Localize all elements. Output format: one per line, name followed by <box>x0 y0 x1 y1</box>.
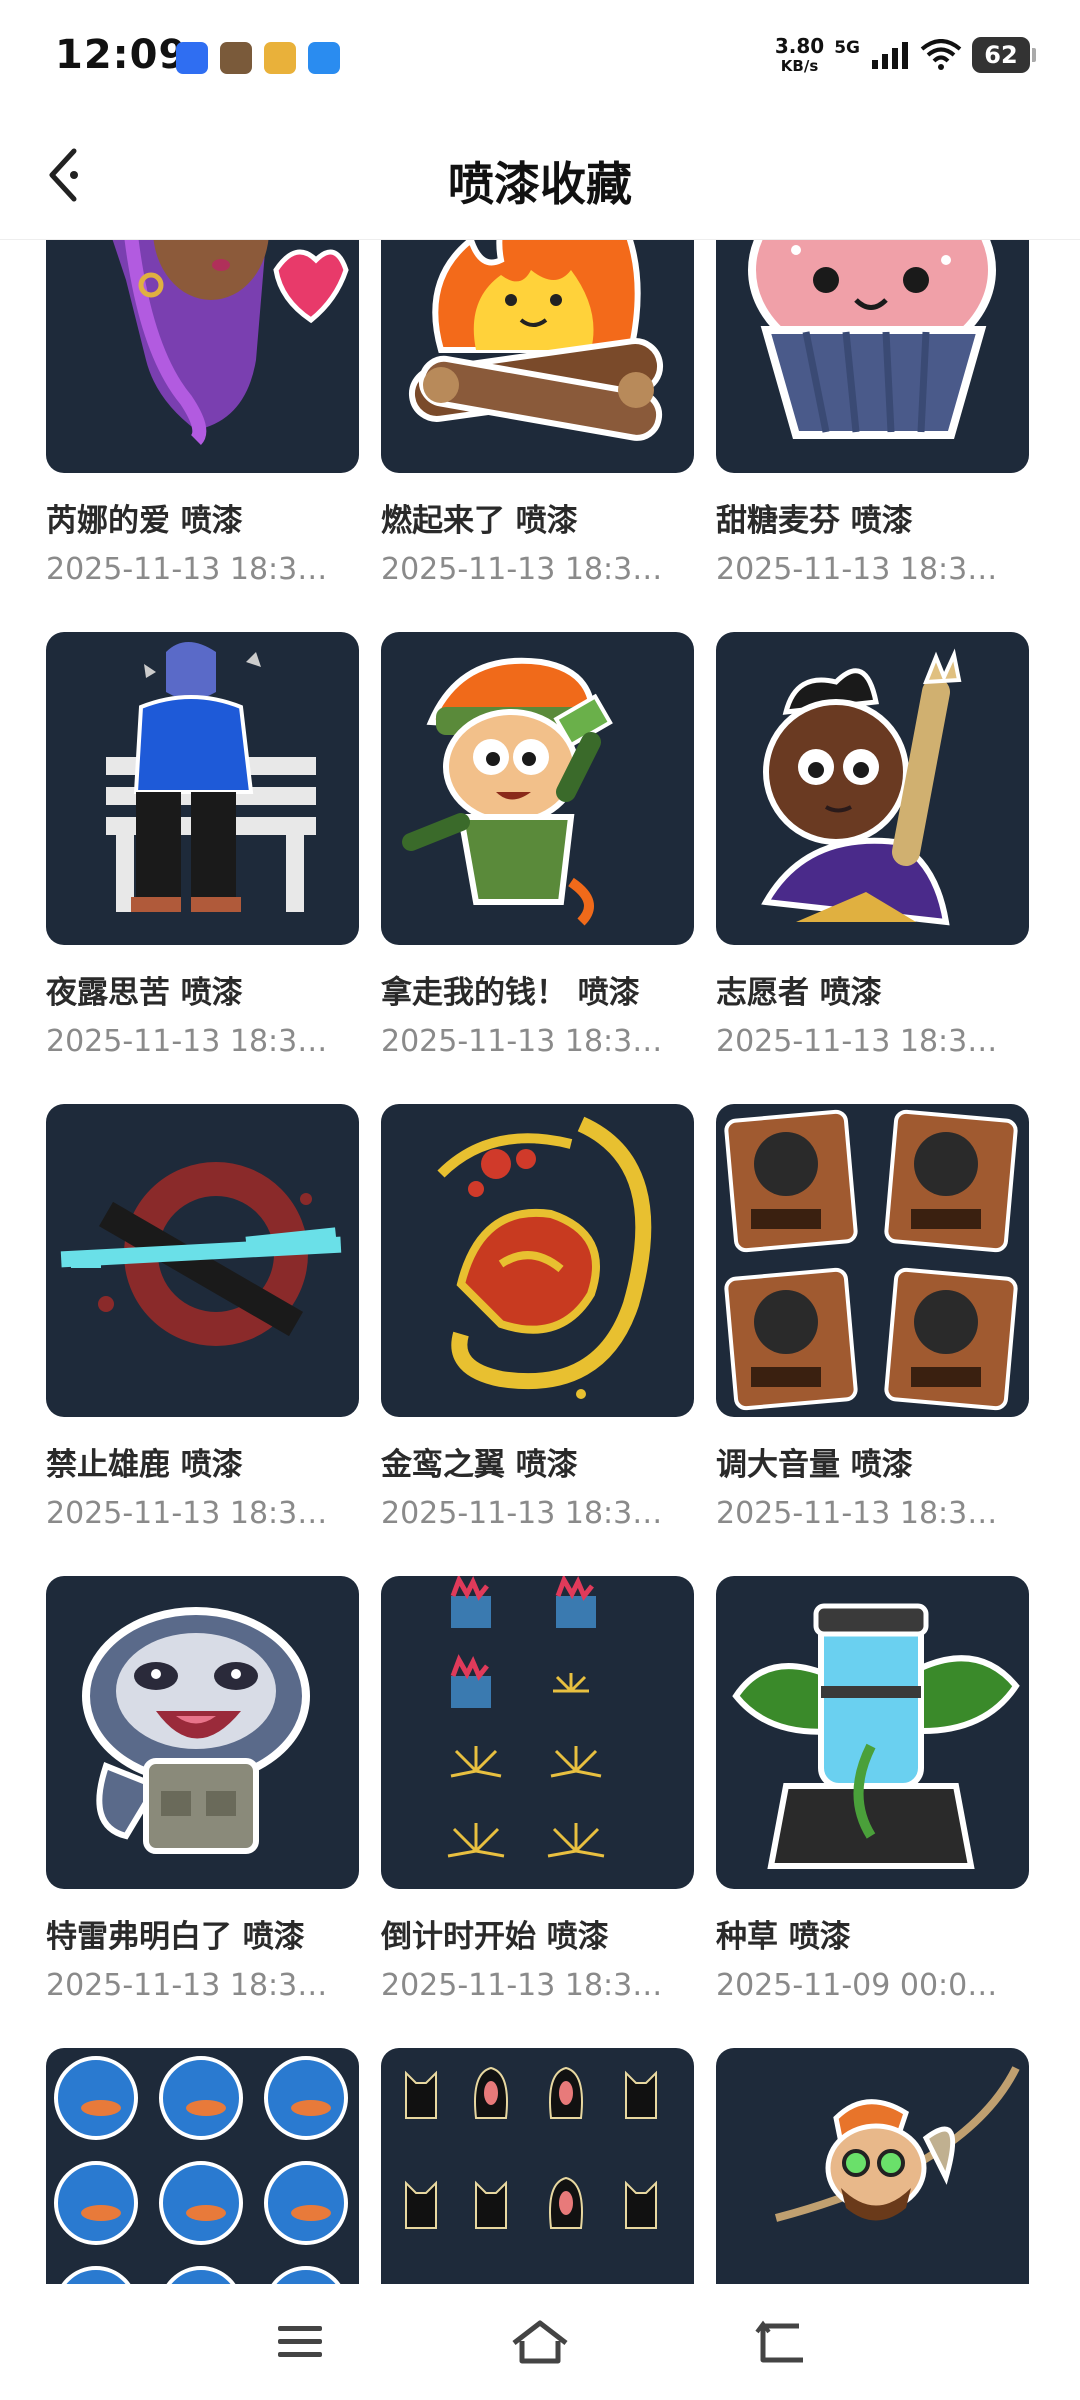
take-money-art <box>402 657 613 926</box>
signal-icon <box>872 42 908 69</box>
spray-date: 2025-11-13 18:3… <box>381 1024 663 1059</box>
spray-thumbnail <box>46 240 359 473</box>
spray-card[interactable] <box>46 2048 359 2284</box>
return-icon <box>755 2320 803 2363</box>
spray-card[interactable]: 拿走我的钱！ 喷漆 2025-11-13 18:3… <box>381 632 694 1104</box>
spray-card[interactable]: 种草 喷漆 2025-11-09 00:0… <box>716 1576 1029 2048</box>
spray-thumbnail <box>46 2048 359 2284</box>
volunteer-art <box>761 648 962 926</box>
spray-thumbnail <box>381 2048 694 2284</box>
spray-title: 甜糖麦芬 喷漆 <box>716 503 913 539</box>
spray-thumbnail <box>381 632 694 945</box>
baidu-app-icon <box>176 42 208 74</box>
menu-icon <box>278 2326 322 2357</box>
net-speed: 3.80 KB/s <box>775 36 824 74</box>
spray-card[interactable]: 燃起来了 喷漆 2025-11-13 18:3… <box>381 240 694 632</box>
spray-card[interactable] <box>716 2048 1029 2284</box>
browser-app-icon <box>308 42 340 74</box>
muffin-art <box>748 240 996 439</box>
system-nav-bar <box>0 2284 1080 2400</box>
spray-thumbnail <box>46 1104 359 1417</box>
spray-list[interactable]: 芮娜的爱 喷漆 2025-11-13 18:3… 燃起来了 喷漆 2025-11… <box>0 240 1080 2284</box>
spray-card[interactable]: 金鸾之翼 喷漆 2025-11-13 18:3… <box>381 1104 694 1576</box>
game-app-icon <box>220 42 252 74</box>
wifi-icon <box>920 39 962 70</box>
status-app-icons <box>176 42 340 74</box>
game2-app-icon <box>264 42 296 74</box>
yoru-bench-art <box>106 642 316 912</box>
speakers-art <box>724 1109 1018 1411</box>
header: 喷漆收藏 <box>0 112 1080 240</box>
reyna-love-art <box>112 240 349 445</box>
no-stag-art <box>60 1162 342 1346</box>
spray-card[interactable] <box>381 2048 694 2284</box>
spray-card[interactable]: 禁止雄鹿 喷漆 2025-11-13 18:3… <box>46 1104 359 1576</box>
return-button[interactable] <box>750 2310 814 2374</box>
fire-art <box>408 240 664 441</box>
hammock-art <box>774 2066 1020 2222</box>
status-right: 3.80 KB/s 5G 62 <box>775 36 1036 74</box>
spray-title: 金鸾之翼 喷漆 <box>381 1447 578 1483</box>
spray-card[interactable]: 志愿者 喷漆 2025-11-13 18:3… <box>716 632 1029 1104</box>
spray-title: 禁止雄鹿 喷漆 <box>46 1447 243 1483</box>
sloth-art <box>82 1607 310 1854</box>
spray-title: 种草 喷漆 <box>716 1919 851 1955</box>
menu-button[interactable] <box>268 2310 332 2374</box>
spray-date: 2025-11-13 18:3… <box>46 1024 328 1059</box>
spray-thumbnail <box>381 1104 694 1417</box>
spray-title: 倒计时开始 喷漆 <box>381 1919 609 1955</box>
spray-date: 2025-11-13 18:3… <box>716 552 998 587</box>
spray-grid: 芮娜的爱 喷漆 2025-11-13 18:3… 燃起来了 喷漆 2025-11… <box>46 240 1029 2284</box>
spray-title: 拿走我的钱！ 喷漆 <box>381 975 640 1011</box>
status-bar: 12:09 3.80 KB/s 5G 62 <box>0 0 1080 112</box>
countdown-art <box>447 1576 605 1858</box>
spray-title: 志愿者 喷漆 <box>716 975 882 1011</box>
spray-date: 2025-11-13 18:3… <box>381 1968 663 2003</box>
spray-card[interactable]: 芮娜的爱 喷漆 2025-11-13 18:3… <box>46 240 359 632</box>
spray-date: 2025-11-13 18:3… <box>46 1968 328 2003</box>
spray-thumbnail <box>716 240 1029 473</box>
spray-date: 2025-11-13 18:3… <box>716 1024 998 1059</box>
network-type: 5G <box>834 38 860 58</box>
spray-card[interactable]: 倒计时开始 喷漆 2025-11-13 18:3… <box>381 1576 694 2048</box>
spray-thumbnail <box>716 1576 1029 1889</box>
net-speed-value: 3.80 <box>774 34 825 58</box>
home-button[interactable] <box>508 2310 572 2374</box>
spray-card[interactable]: 甜糖麦芬 喷漆 2025-11-13 18:3… <box>716 240 1029 632</box>
spray-date: 2025-11-13 18:3… <box>716 1496 998 1531</box>
spray-date: 2025-11-13 18:3… <box>46 1496 328 1531</box>
net-speed-unit: KB/s <box>780 57 819 75</box>
spray-date: 2025-11-13 18:3… <box>381 1496 663 1531</box>
status-time: 12:09 <box>55 32 188 78</box>
spray-thumbnail <box>716 2048 1029 2284</box>
waves-koi-art <box>54 2056 348 2284</box>
spray-title: 芮娜的爱 喷漆 <box>46 503 243 539</box>
spray-thumbnail <box>716 1104 1029 1417</box>
spray-title: 调大音量 喷漆 <box>716 1447 913 1483</box>
page-title: 喷漆收藏 <box>448 157 632 211</box>
spray-date: 2025-11-09 00:0… <box>716 1968 998 2003</box>
spray-title: 燃起来了 喷漆 <box>381 503 578 539</box>
spray-thumbnail <box>716 632 1029 945</box>
spray-title: 夜露思苦 喷漆 <box>46 975 243 1011</box>
spray-thumbnail <box>46 1576 359 1889</box>
spray-thumbnail <box>46 632 359 945</box>
home-icon <box>512 2320 568 2364</box>
spray-card[interactable]: 夜露思苦 喷漆 2025-11-13 18:3… <box>46 632 359 1104</box>
golden-phoenix-art <box>437 1116 652 1399</box>
spray-date: 2025-11-13 18:3… <box>381 552 663 587</box>
battery-indicator: 62 <box>972 37 1036 73</box>
spray-thumbnail <box>381 1576 694 1889</box>
spray-title: 特雷弗明白了 喷漆 <box>46 1919 305 1955</box>
spray-card[interactable]: 调大音量 喷漆 2025-11-13 18:3… <box>716 1104 1029 1576</box>
spray-date: 2025-11-13 18:3… <box>46 552 328 587</box>
spray-thumbnail <box>381 240 694 473</box>
plant-art <box>732 1603 1020 1869</box>
spray-card[interactable]: 特雷弗明白了 喷漆 2025-11-13 18:3… <box>46 1576 359 2048</box>
cats-art <box>405 2066 657 2229</box>
screen: 12:09 3.80 KB/s 5G 62 喷漆收藏 芮娜的爱 喷漆 2025-… <box>0 0 1080 2400</box>
